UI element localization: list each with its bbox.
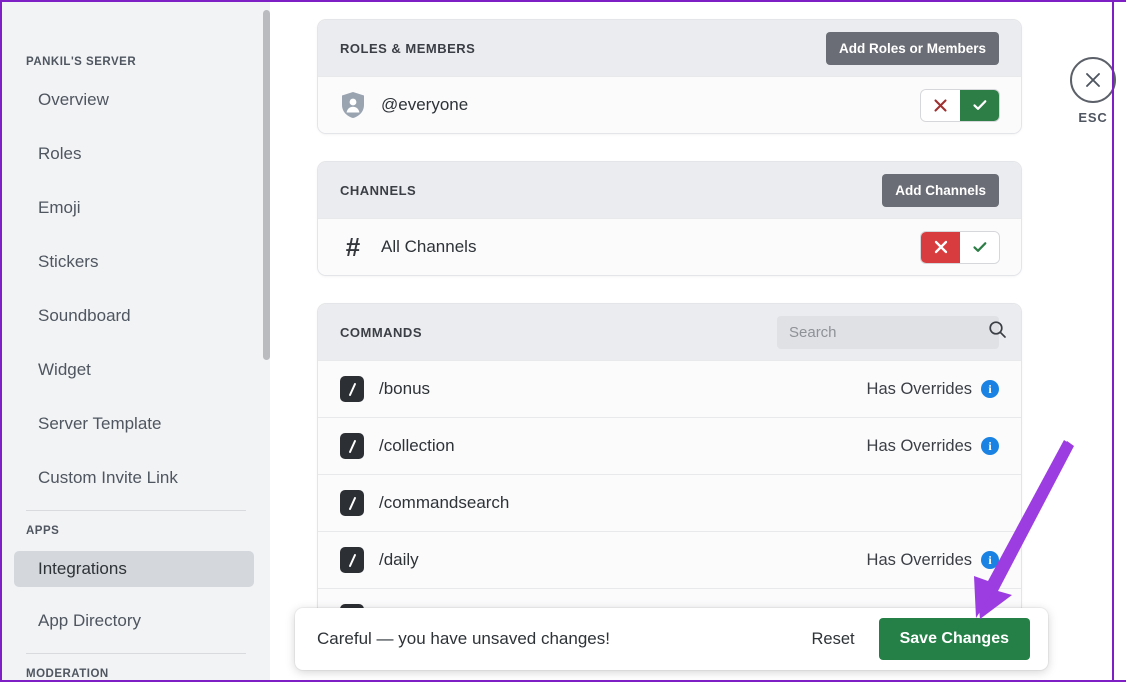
window-frame-top bbox=[0, 0, 1126, 2]
table-row[interactable]: # All Channels bbox=[318, 218, 1021, 275]
commands-card: COMMANDS /bonus Has Overrides bbox=[318, 304, 1021, 645]
window-frame-left bbox=[0, 0, 2, 682]
permission-toggle[interactable] bbox=[921, 89, 999, 121]
allow-button[interactable] bbox=[960, 231, 999, 263]
table-row[interactable]: /collection Has Overrides i bbox=[318, 417, 1021, 474]
sidebar-item-overview[interactable]: Overview bbox=[14, 82, 254, 118]
sidebar-server-title: PANKIL'S SERVER bbox=[26, 56, 137, 68]
slash-command-icon bbox=[340, 376, 364, 402]
role-name: @everyone bbox=[381, 95, 469, 114]
overrides-label: Has Overrides bbox=[866, 550, 972, 569]
commands-card-title: COMMANDS bbox=[340, 324, 422, 340]
table-row[interactable]: /bonus Has Overrides i bbox=[318, 360, 1021, 417]
sidebar-item-emoji[interactable]: Emoji bbox=[14, 190, 254, 226]
sidebar-item-soundboard[interactable]: Soundboard bbox=[14, 298, 254, 334]
channel-name: All Channels bbox=[381, 237, 477, 256]
command-name: /bonus bbox=[379, 379, 431, 398]
unsaved-changes-message: Careful — you have unsaved changes! bbox=[317, 629, 610, 648]
sidebar-item-stickers[interactable]: Stickers bbox=[14, 244, 254, 280]
search-box[interactable] bbox=[777, 315, 1006, 349]
sidebar-group-moderation: MODERATION bbox=[26, 668, 109, 680]
add-roles-or-members-button[interactable]: Add Roles or Members bbox=[825, 31, 999, 65]
info-icon[interactable]: i bbox=[981, 551, 999, 569]
info-icon[interactable]: i bbox=[981, 380, 999, 398]
command-name: /commandsearch bbox=[379, 493, 510, 512]
overrides-status[interactable]: Has Overrides i bbox=[867, 380, 999, 399]
command-name: /collection bbox=[379, 436, 455, 455]
overrides-label: Has Overrides bbox=[866, 379, 972, 398]
overrides-status[interactable]: Has Overrides i bbox=[867, 437, 999, 456]
table-row[interactable]: @everyone bbox=[318, 76, 1021, 133]
sidebar-item-server-template[interactable]: Server Template bbox=[14, 406, 254, 442]
sidebar-item-app-directory[interactable]: App Directory bbox=[14, 603, 254, 639]
slash-command-icon bbox=[340, 490, 364, 516]
sidebar-scrollbar[interactable] bbox=[263, 10, 270, 360]
hash-icon: # bbox=[345, 232, 361, 262]
close-x-icon[interactable] bbox=[1070, 57, 1116, 103]
slash-command-icon bbox=[340, 433, 364, 459]
main-content: ROLES & MEMBERS Add Roles or Members @ev… bbox=[270, 2, 1110, 680]
deny-button[interactable] bbox=[921, 89, 960, 121]
sidebar-divider-moderation bbox=[26, 653, 246, 654]
sidebar-group-apps: APPS bbox=[26, 525, 60, 537]
roles-and-members-card: ROLES & MEMBERS Add Roles or Members @ev… bbox=[318, 20, 1021, 133]
allow-button[interactable] bbox=[960, 89, 999, 121]
sidebar-divider-apps bbox=[26, 510, 246, 511]
reset-button[interactable]: Reset bbox=[796, 622, 871, 657]
commands-card-header: COMMANDS bbox=[318, 304, 1021, 360]
permission-toggle[interactable] bbox=[921, 231, 999, 263]
overrides-status[interactable]: Has Overrides i bbox=[867, 551, 999, 570]
sidebar-item-custom-invite-link[interactable]: Custom Invite Link bbox=[14, 460, 254, 496]
sidebar-item-widget[interactable]: Widget bbox=[14, 352, 254, 388]
search-icon bbox=[988, 320, 1007, 344]
shield-person-icon bbox=[340, 91, 366, 119]
app-window: PANKIL'S SERVER Overview Roles Emoji Sti… bbox=[0, 0, 1126, 682]
add-channels-button[interactable]: Add Channels bbox=[882, 173, 999, 207]
channels-card-header: CHANNELS Add Channels bbox=[318, 162, 1021, 218]
roles-card-header: ROLES & MEMBERS Add Roles or Members bbox=[318, 20, 1021, 76]
unsaved-changes-bar: Careful — you have unsaved changes! Rese… bbox=[295, 608, 1048, 670]
save-changes-button[interactable]: Save Changes bbox=[878, 618, 1030, 660]
slash-command-icon bbox=[340, 547, 364, 573]
deny-button[interactable] bbox=[921, 231, 960, 263]
search-input[interactable] bbox=[789, 323, 988, 341]
channels-card-title: CHANNELS bbox=[340, 182, 417, 198]
command-name: /daily bbox=[379, 550, 419, 569]
table-row[interactable]: /commandsearch bbox=[318, 474, 1021, 531]
window-frame-inner-right bbox=[1112, 0, 1114, 682]
table-row[interactable]: /daily Has Overrides i bbox=[318, 531, 1021, 588]
settings-sidebar: PANKIL'S SERVER Overview Roles Emoji Sti… bbox=[2, 2, 270, 680]
sidebar-item-roles[interactable]: Roles bbox=[14, 136, 254, 172]
channels-card: CHANNELS Add Channels # All Channels bbox=[318, 162, 1021, 275]
roles-card-title: ROLES & MEMBERS bbox=[340, 40, 476, 56]
sidebar-item-integrations[interactable]: Integrations bbox=[14, 551, 254, 587]
info-icon[interactable]: i bbox=[981, 437, 999, 455]
overrides-label: Has Overrides bbox=[866, 436, 972, 455]
